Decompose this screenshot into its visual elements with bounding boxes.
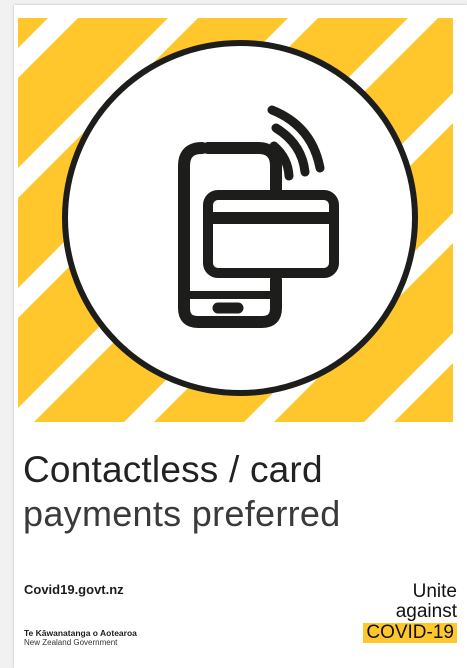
gov-english-name: New Zealand Government bbox=[24, 638, 118, 647]
brand-tag: COVID-19 bbox=[363, 623, 457, 643]
unite-against-covid-logo: Unite against COVID-19 bbox=[363, 582, 457, 643]
website-link[interactable]: Covid19.govt.nz bbox=[24, 582, 124, 597]
headline: Contactless / card payments preferred bbox=[23, 448, 443, 536]
gov-maori-name: Te Kāwanatanga o Aotearoa bbox=[24, 628, 137, 638]
headline-line1: Contactless / card bbox=[23, 449, 323, 490]
brand-line2: against bbox=[395, 601, 457, 622]
hero-stripes-panel bbox=[18, 18, 453, 422]
government-logo: Te Kāwanatanga o Aotearoa New Zealand Go… bbox=[24, 628, 137, 648]
headline-line2: payments preferred bbox=[23, 493, 341, 534]
hero-graphic bbox=[18, 18, 453, 422]
brand-line1: Unite bbox=[412, 581, 457, 602]
